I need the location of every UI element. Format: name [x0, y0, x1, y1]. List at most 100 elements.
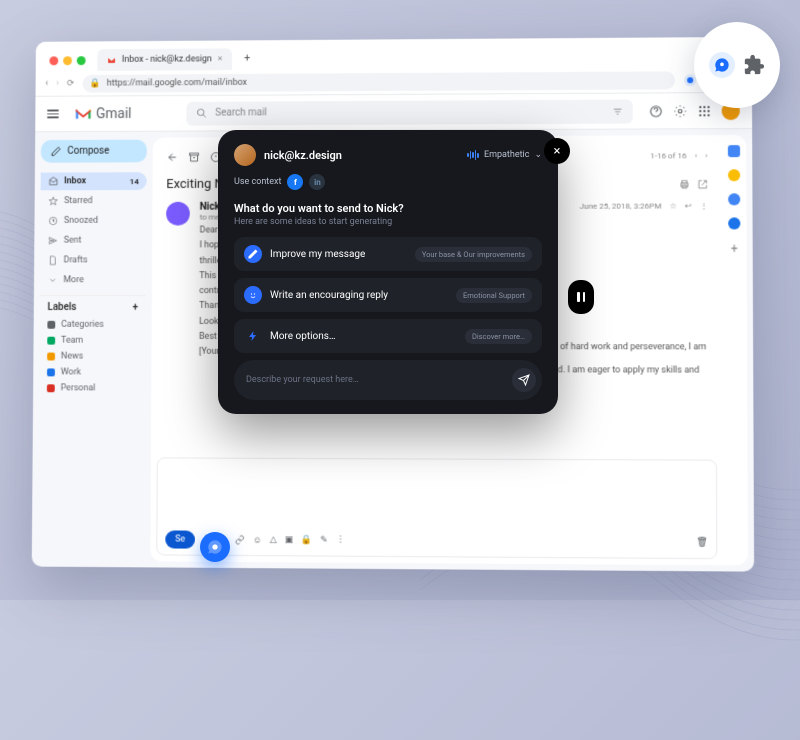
close-panel-button[interactable]: × [544, 138, 570, 164]
address-bar[interactable]: 🔒 https://mail.google.com/mail/inbox [82, 71, 675, 92]
reply-compose[interactable]: Se A ☺ △ ▣ 🔒 ✎ ⋮ 🗑 [156, 457, 717, 559]
ai-option-0[interactable]: Improve my messageYour base & Our improv… [234, 237, 542, 271]
send-icon [48, 236, 58, 246]
browser-tab[interactable]: Inbox - nick@kz.design × [97, 48, 232, 71]
pager-prev[interactable]: ‹ [695, 151, 697, 160]
image-icon[interactable]: ▣ [285, 535, 294, 545]
nav-label: Snoozed [64, 216, 98, 226]
context-label: Use context [234, 177, 281, 187]
prompt-subtitle: Here are some ideas to start generating [234, 217, 542, 227]
back-icon[interactable] [166, 151, 178, 163]
label-categories[interactable]: Categories [39, 317, 145, 333]
send-button[interactable]: Se [165, 530, 195, 548]
ai-extension-icon[interactable] [709, 52, 735, 78]
new-tab-button[interactable]: + [238, 48, 256, 66]
label-personal[interactable]: Personal [39, 380, 145, 396]
puzzle-icon[interactable] [743, 54, 765, 76]
url-text: https://mail.google.com/mail/inbox [107, 77, 247, 88]
contact-avatar [234, 144, 256, 166]
help-icon[interactable] [649, 104, 663, 118]
nav-label: Starred [64, 196, 93, 206]
sidebar-item-sent[interactable]: Sent [40, 232, 146, 250]
option-pill: Your base & Our improvements [415, 247, 532, 262]
smile-icon [244, 286, 262, 304]
contacts-addon-icon[interactable] [728, 217, 740, 229]
compose-button[interactable]: Compose [41, 140, 147, 163]
close-window-icon[interactable] [49, 56, 58, 65]
add-label-icon[interactable]: + [132, 302, 138, 313]
emoji-icon[interactable]: ☺ [253, 534, 262, 545]
star-icon[interactable]: ☆ [669, 201, 676, 210]
nav-fwd-icon[interactable]: › [56, 78, 59, 89]
right-addons: + [722, 135, 748, 565]
window-controls[interactable] [44, 56, 92, 71]
label-color-icon [47, 384, 55, 392]
inbox-icon [48, 176, 58, 186]
tone-selector[interactable]: Empathetic ⌄ [467, 150, 542, 160]
pen-icon[interactable]: ✎ [320, 535, 328, 545]
option-label: Write an encouraging reply [270, 290, 388, 301]
nav-label: Drafts [64, 255, 88, 265]
calendar-addon-icon[interactable] [728, 145, 740, 157]
minimize-window-icon[interactable] [63, 56, 72, 65]
compose-more-icon[interactable]: ⋮ [336, 535, 345, 545]
nav-back-icon[interactable]: ‹ [45, 78, 48, 89]
pager-next[interactable]: › [705, 151, 707, 160]
extension-zoom [694, 22, 780, 108]
reply-icon[interactable]: ↩ [685, 201, 692, 210]
label-text: Team [61, 336, 83, 346]
menu-icon[interactable] [47, 110, 59, 118]
sidebar-item-drafts[interactable]: Drafts [40, 251, 146, 269]
sidebar: Compose Inbox14 Starred Snoozed Sent Drafts M… [32, 132, 153, 568]
label-color-icon [47, 368, 55, 376]
drive-icon[interactable]: △ [270, 535, 277, 545]
nav-count: 14 [130, 177, 139, 186]
sidebar-item-more[interactable]: More [40, 271, 146, 289]
linkedin-context-icon[interactable]: in [309, 174, 325, 190]
option-label: More options… [270, 331, 336, 342]
tasks-addon-icon[interactable] [728, 193, 740, 205]
reload-icon[interactable]: ⟳ [67, 78, 74, 88]
lock-compose-icon[interactable]: 🔒 [301, 535, 312, 545]
facebook-context-icon[interactable]: f [287, 174, 303, 190]
link-icon[interactable] [235, 535, 245, 545]
ai-fab[interactable] [200, 532, 230, 562]
archive-icon[interactable] [188, 151, 200, 163]
addons-more[interactable]: + [731, 242, 738, 256]
pause-button[interactable] [568, 280, 594, 314]
popout-icon[interactable] [698, 179, 708, 189]
label-team[interactable]: Team [39, 333, 145, 349]
keep-addon-icon[interactable] [728, 169, 740, 181]
ai-option-2[interactable]: More options…Discover more… [234, 319, 542, 353]
label-text: Personal [61, 383, 96, 393]
label-work[interactable]: Work [39, 364, 145, 380]
sidebar-item-snoozed[interactable]: Snoozed [40, 212, 146, 230]
sender-avatar[interactable] [166, 202, 190, 226]
label-news[interactable]: News [39, 349, 145, 365]
star-icon [48, 196, 58, 206]
ai-input[interactable] [246, 375, 504, 385]
label-color-icon [47, 321, 55, 329]
gmail-logo[interactable]: Gmail [74, 106, 131, 122]
sidebar-item-inbox[interactable]: Inbox14 [41, 172, 147, 190]
lock-icon: 🔒 [90, 78, 101, 88]
search-options-icon[interactable] [613, 106, 623, 116]
ai-send-button[interactable] [512, 368, 536, 392]
search-input[interactable]: Search mail [187, 99, 633, 125]
ai-bubble-icon [207, 539, 223, 555]
labels-header: Labels + [40, 295, 146, 317]
tab-title: Inbox - nick@kz.design [122, 54, 212, 64]
apps-icon[interactable] [697, 104, 711, 118]
email-subject: Exciting N [166, 177, 223, 192]
compose-trash-icon[interactable]: 🗑 [696, 538, 708, 548]
label-text: Work [61, 367, 81, 377]
settings-icon[interactable] [673, 104, 687, 118]
close-tab-icon[interactable]: × [218, 54, 223, 64]
gmail-header: Gmail Search mail [35, 93, 752, 132]
maximize-window-icon[interactable] [77, 56, 86, 65]
ai-input-row[interactable] [234, 360, 542, 400]
ai-option-1[interactable]: Write an encouraging replyEmotional Supp… [234, 278, 542, 312]
msg-more-icon[interactable]: ⋮ [700, 201, 708, 210]
sidebar-item-starred[interactable]: Starred [40, 192, 146, 210]
print-icon[interactable] [679, 179, 689, 189]
